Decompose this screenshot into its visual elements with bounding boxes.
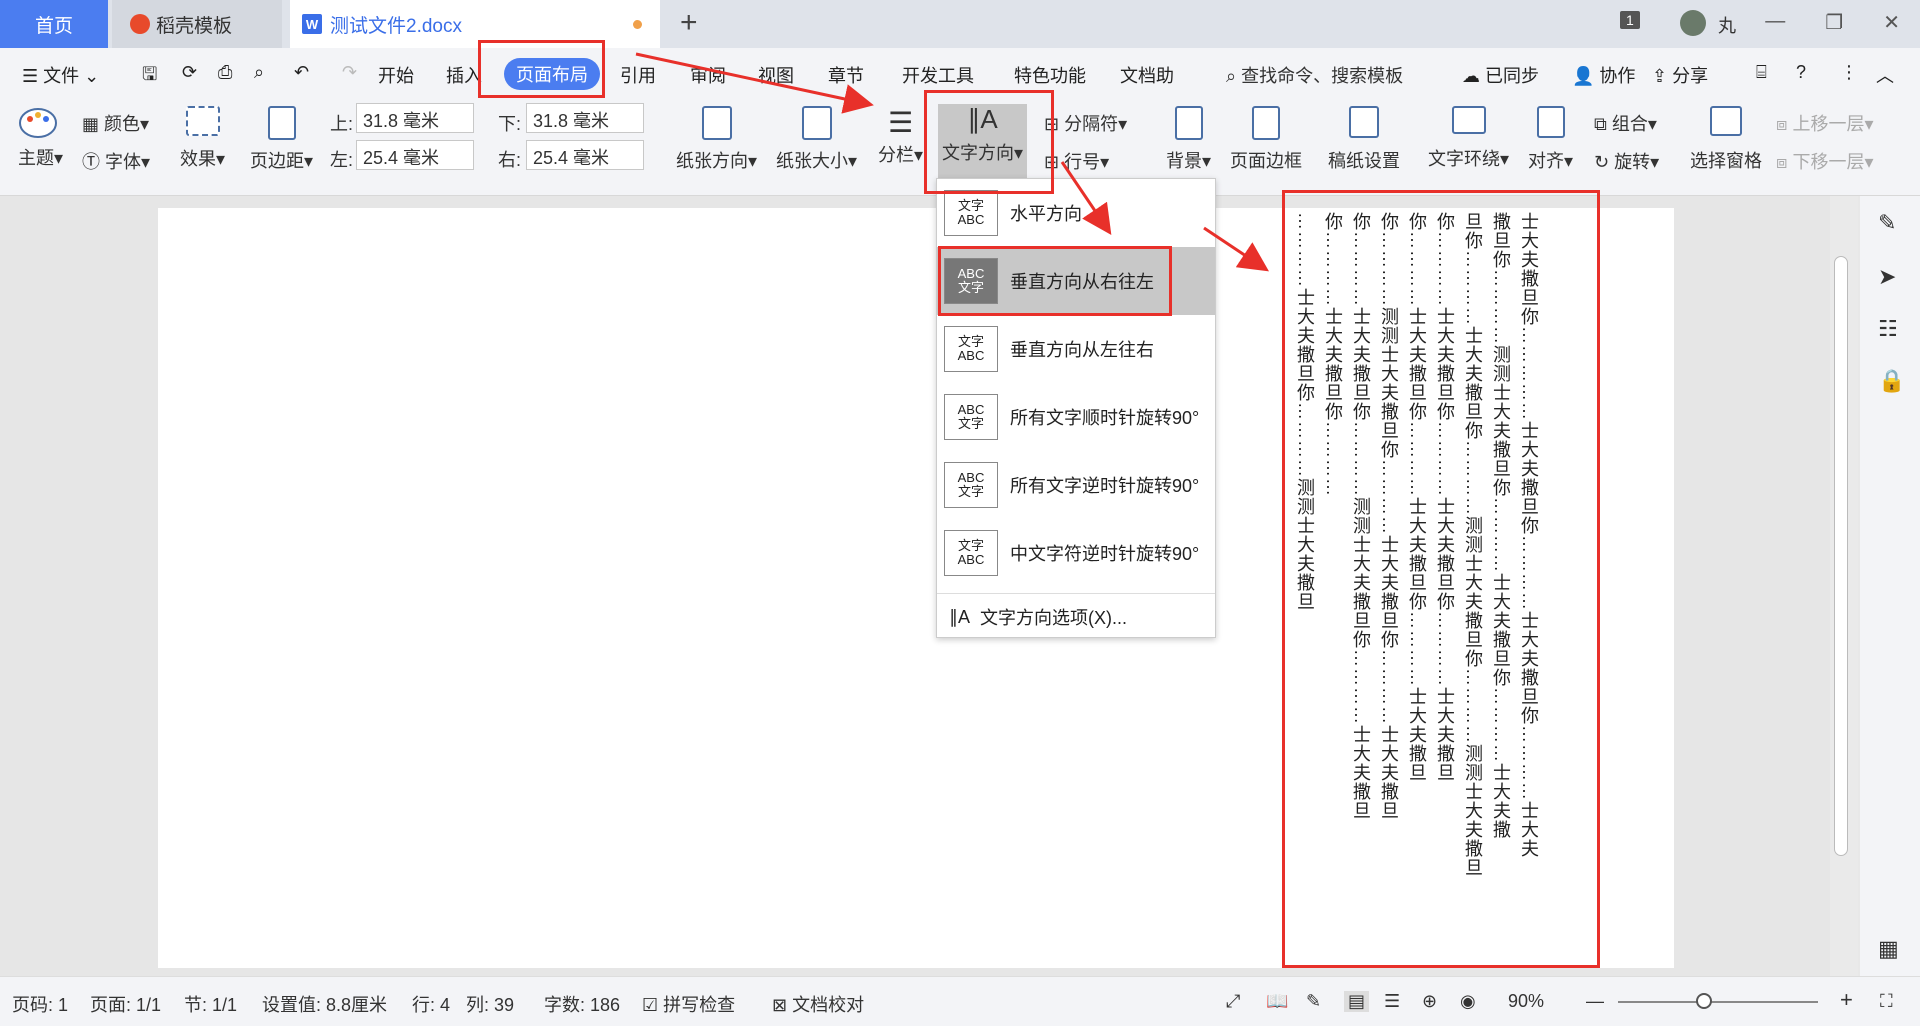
zoom-out-icon[interactable]: — [1586, 991, 1604, 1012]
lock-icon[interactable]: 🔒 [1878, 368, 1905, 394]
proof-label: 文档校对 [792, 995, 865, 1015]
arrow-1 [635, 52, 874, 114]
annotation-arrows [635, 52, 1269, 272]
pen-icon[interactable]: ✎ [1878, 210, 1896, 236]
eye-protect-icon[interactable]: ◉ [1460, 991, 1476, 1012]
zoom-level[interactable]: 90% [1508, 991, 1544, 1012]
settings-sliders-icon[interactable]: ☷ [1878, 316, 1898, 342]
fullscreen-icon[interactable]: ⤢ [1226, 991, 1240, 1012]
outline-view-icon[interactable]: ☰ [1384, 991, 1400, 1012]
fit-page-icon[interactable]: ⛶ [1880, 991, 1893, 1012]
status-words[interactable]: 字数: 186 [544, 991, 620, 1017]
status-pages: 页面: 1/1 [90, 995, 162, 1015]
status-setting[interactable]: 设置值: 8.8厘米 [262, 991, 387, 1017]
doc-proof-button[interactable]: ⊠ 文档校对 [772, 991, 864, 1017]
zoom-slider[interactable] [1618, 1001, 1818, 1003]
arrow-3 [1203, 226, 1269, 272]
status-col: 列: 39 [466, 995, 515, 1015]
spell-label: 拼写检查 [663, 995, 736, 1015]
zoom-slider-handle[interactable] [1696, 993, 1712, 1009]
page-view-icon[interactable]: ▤ [1344, 991, 1370, 1012]
arrow-2 [1060, 161, 1112, 235]
right-sidebar: ✎ ➤ ☷ 🔒 ▦ [1860, 196, 1920, 976]
spell-check-button[interactable]: ☑ 拼写检查 [642, 991, 735, 1017]
apps-grid-icon[interactable]: ▦ [1878, 936, 1899, 962]
status-section: 节: 1/1 [184, 995, 238, 1015]
status-page-no: 页码: 1 [12, 995, 69, 1015]
read-mode-icon[interactable]: 📖 [1266, 991, 1288, 1012]
web-view-icon[interactable]: ⊕ [1422, 991, 1437, 1012]
edit-mode-icon[interactable]: ✎ [1306, 991, 1321, 1012]
scrollbar-thumb[interactable] [1834, 256, 1848, 856]
zoom-in-icon[interactable]: + [1840, 987, 1853, 1013]
cursor-icon[interactable]: ➤ [1878, 264, 1896, 290]
status-row: 行: 4 [412, 995, 451, 1015]
status-bar: 页码: 1 页面: 1/1 节: 1/1 设置值: 8.8厘米 行: 4 列: … [0, 976, 1920, 1026]
